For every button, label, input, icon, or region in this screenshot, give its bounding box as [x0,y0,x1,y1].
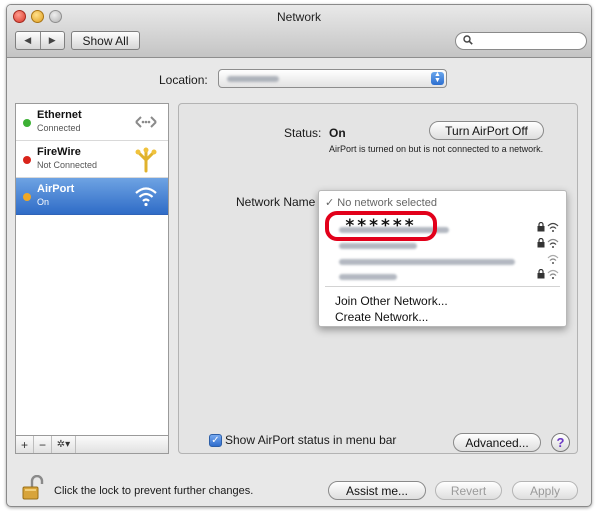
turn-airport-off-button[interactable]: Turn AirPort Off [429,121,544,140]
lock-icon [537,221,545,234]
show-airport-status-option[interactable]: ✓ Show AirPort status in menu bar [209,433,396,447]
apply-button[interactable]: Apply [512,481,578,500]
service-list-toolbar: + − ✲▾ [15,436,169,454]
status-value: On [329,126,346,140]
show-all-button[interactable]: Show All [71,31,140,50]
service-status: Not Connected [37,160,98,170]
join-other-network-item[interactable]: Join Other Network... [335,294,448,308]
advanced-button[interactable]: Advanced... [453,433,541,452]
back-forward-buttons: ◀ ▶ [15,31,65,50]
wifi-signal-icon [547,253,559,265]
network-menu-item[interactable] [337,268,559,283]
window-title: Network [276,10,321,24]
network-name-redacted [339,259,515,265]
service-item-ethernet[interactable]: Ethernet Connected [16,104,168,141]
wifi-signal-icon [547,237,559,249]
location-label: Location: [159,73,208,87]
wifi-signal-icon [547,268,559,280]
revert-button[interactable]: Revert [435,481,502,500]
status-dot-icon [23,156,31,164]
forward-button[interactable]: ▶ [39,32,65,49]
status-dot-icon [23,119,31,127]
network-name-label: Network Name [236,195,316,209]
title-bar: Network ◀ ▶ Show All [7,5,591,58]
service-item-firewire[interactable]: FireWire Not Connected [16,141,168,178]
network-name-redacted [339,274,397,280]
menu-item-no-network-selected[interactable]: ✓ No network selected [325,196,437,209]
status-label: Status: [284,126,322,140]
menu-separator [325,286,560,287]
highlighted-network-name[interactable]: ****** [325,211,437,241]
location-value-redacted [227,76,279,82]
create-network-item[interactable]: Create Network... [335,310,428,324]
remove-service-button[interactable]: − [34,436,52,453]
search-field[interactable] [455,32,587,50]
location-select[interactable]: ▲ ▼ [218,69,447,88]
service-list: Ethernet Connected FireWire Not Connecte… [15,103,169,436]
back-button[interactable]: ◀ [16,32,40,49]
status-description: AirPort is turned on but is not connecte… [329,144,544,154]
help-button[interactable]: ? [551,433,570,452]
status-dot-icon [23,193,31,201]
show-status-checkbox[interactable]: ✓ [209,433,222,447]
gear-menu-icon[interactable]: ✲▾ [52,436,76,453]
wifi-icon [134,184,158,208]
network-menu-item[interactable] [337,254,559,268]
show-status-label: Show AirPort status in menu bar [225,433,397,447]
lock-icon [537,237,545,250]
lock-icon [537,268,545,281]
service-status: On [37,197,50,207]
ethernet-arrows-icon [134,110,158,134]
service-name: Ethernet [37,109,82,121]
lock-instruction-text: Click the lock to prevent further change… [54,485,254,497]
service-status: Connected [37,123,81,133]
assist-me-button[interactable]: Assist me... [328,481,426,500]
unlocked-padlock-icon[interactable] [22,474,44,501]
wifi-signal-icon [547,221,559,233]
firewire-icon [134,147,158,173]
popup-arrows-icon: ▲ ▼ [431,71,444,85]
network-name-redacted [339,243,417,249]
service-name: FireWire [37,146,81,158]
service-item-airport[interactable]: AirPort On [16,178,168,215]
add-service-button[interactable]: + [16,436,34,453]
search-icon [463,35,473,48]
service-name: AirPort [37,183,75,195]
